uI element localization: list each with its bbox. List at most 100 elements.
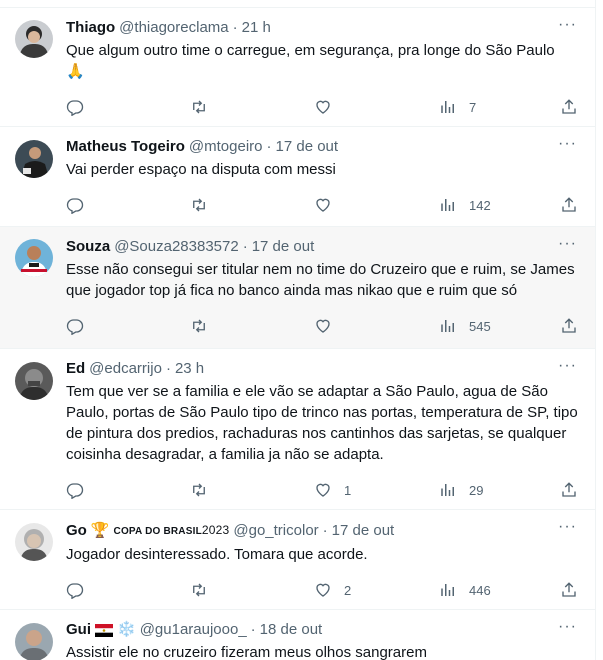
tweet-text: Vai perder espaço na disputa com messi <box>66 161 336 178</box>
action-bar: 2 446 <box>66 571 579 611</box>
like-button[interactable] <box>314 317 344 335</box>
share-button[interactable] <box>560 481 578 499</box>
reply-button[interactable] <box>66 98 84 116</box>
action-bar: 1 29 <box>66 471 579 511</box>
retweet-icon <box>193 583 205 597</box>
share-icon <box>562 482 576 497</box>
more-options-icon[interactable]: ··· <box>558 519 577 535</box>
like-count: 2 <box>344 582 352 598</box>
more-options-icon[interactable]: ··· <box>558 236 577 252</box>
share-button[interactable] <box>560 317 578 335</box>
views-chart-icon <box>441 484 454 496</box>
views-button[interactable]: 545 <box>439 317 491 335</box>
separator-dot: · <box>232 19 238 36</box>
snowflake-icon: ❄️ <box>117 621 136 638</box>
tweet-thiago[interactable]: Thiago @thiagoreclama · 21 h ··· Que alg… <box>0 8 595 127</box>
views-chart-icon <box>441 101 454 113</box>
action-bar: 142 <box>66 186 579 226</box>
action-bar: 545 <box>66 307 579 347</box>
retweet-button[interactable] <box>190 98 208 116</box>
retweet-button[interactable] <box>190 481 208 499</box>
tweet-gui[interactable]: Gui ❄️ @gu1araujooo_ · 18 de out ··· Ass… <box>0 610 595 660</box>
author-name[interactable]: Thiago <box>66 18 115 38</box>
views-button[interactable]: 142 <box>439 196 491 214</box>
more-options-icon[interactable]: ··· <box>558 136 577 152</box>
author-handle[interactable]: @Souza28383572 <box>114 237 239 257</box>
views-count: 7 <box>469 99 477 115</box>
tweet-souza[interactable]: Souza @Souza28383572 · 17 de out ··· Ess… <box>0 227 595 349</box>
share-icon <box>562 318 576 333</box>
timestamp[interactable]: 21 h <box>242 18 271 38</box>
retweet-icon <box>193 198 205 212</box>
avatar[interactable] <box>15 20 53 58</box>
author-name[interactable]: Ed <box>66 359 85 379</box>
reply-button[interactable] <box>66 196 84 214</box>
tweet-text: Que algum outro time o carregue, em segu… <box>66 42 555 80</box>
author-handle[interactable]: @mtogeiro <box>189 137 263 157</box>
author-handle[interactable]: @go_tricolor <box>233 521 318 541</box>
views-button[interactable]: 7 <box>439 98 476 116</box>
share-icon <box>562 99 576 114</box>
copa-do-brasil-badge: COPA DO BRASIL2023 <box>113 523 230 537</box>
author-handle[interactable]: @edcarrijo <box>89 359 162 379</box>
reply-icon <box>66 583 84 599</box>
tweet-text: Esse não consegui ser titular nem no tim… <box>66 261 575 299</box>
views-button[interactable]: 446 <box>439 581 491 599</box>
separator-dot: · <box>242 238 248 255</box>
heart-icon <box>316 583 330 597</box>
more-options-icon[interactable]: ··· <box>558 358 577 374</box>
timestamp[interactable]: 17 de out <box>252 237 315 257</box>
like-count: 1 <box>344 482 352 498</box>
like-button[interactable] <box>314 196 344 214</box>
avatar[interactable] <box>15 523 53 561</box>
more-options-icon[interactable]: ··· <box>558 619 577 635</box>
views-button[interactable]: 29 <box>439 481 483 499</box>
retweet-button[interactable] <box>190 317 208 335</box>
avatar[interactable] <box>15 623 53 660</box>
like-button[interactable]: 2 <box>314 581 351 599</box>
share-button[interactable] <box>560 581 578 599</box>
author-name[interactable]: Gui <box>66 620 91 640</box>
author-name[interactable]: Go <box>66 521 87 541</box>
share-button[interactable] <box>560 98 578 116</box>
reply-button[interactable] <box>66 317 84 335</box>
retweet-button[interactable] <box>190 196 208 214</box>
avatar[interactable] <box>15 140 53 178</box>
timestamp[interactable]: 17 de out <box>332 521 395 541</box>
tweet-text: Jogador desinteressado. Tomara que acord… <box>66 546 368 563</box>
tweet-ed[interactable]: Ed @edcarrijo · 23 h ··· Tem que ver se … <box>0 349 595 510</box>
tweet-text: Tem que ver se a familia e ele vão se ad… <box>66 383 578 463</box>
retweet-icon <box>193 319 205 333</box>
author-handle[interactable]: @gu1araujooo_ <box>140 620 247 640</box>
reply-button[interactable] <box>66 481 84 499</box>
separator-dot: · <box>250 621 256 638</box>
like-button[interactable] <box>314 98 344 116</box>
share-icon <box>562 197 576 212</box>
heart-icon <box>316 198 330 212</box>
reply-icon <box>66 198 84 214</box>
reply-icon <box>66 100 84 116</box>
author-name[interactable]: Souza <box>66 237 110 257</box>
views-chart-icon <box>441 584 454 596</box>
action-bar: 7 <box>66 88 579 128</box>
separator-dot: · <box>322 522 328 539</box>
praying-hands-emoji: 🙏 <box>66 63 85 80</box>
separator-dot: · <box>165 360 171 377</box>
timestamp[interactable]: 23 h <box>175 359 204 379</box>
timestamp[interactable]: 17 de out <box>276 137 339 157</box>
author-handle[interactable]: @thiagoreclama <box>119 18 228 38</box>
views-chart-icon <box>441 199 454 211</box>
avatar[interactable] <box>15 362 53 400</box>
like-button[interactable]: 1 <box>314 481 351 499</box>
more-options-icon[interactable]: ··· <box>558 17 577 33</box>
share-button[interactable] <box>560 196 578 214</box>
tweet-matheus[interactable]: Matheus Togeiro @mtogeiro · 17 de out ··… <box>0 127 595 227</box>
tweet-go[interactable]: Go 🏆 COPA DO BRASIL2023 @go_tricolor · 1… <box>0 510 595 610</box>
retweet-button[interactable] <box>190 581 208 599</box>
heart-icon <box>316 319 330 333</box>
timestamp[interactable]: 18 de out <box>260 620 323 640</box>
author-name[interactable]: Matheus Togeiro <box>66 137 185 157</box>
reply-button[interactable] <box>66 581 84 599</box>
views-count: 29 <box>469 482 484 498</box>
avatar[interactable] <box>15 239 53 277</box>
